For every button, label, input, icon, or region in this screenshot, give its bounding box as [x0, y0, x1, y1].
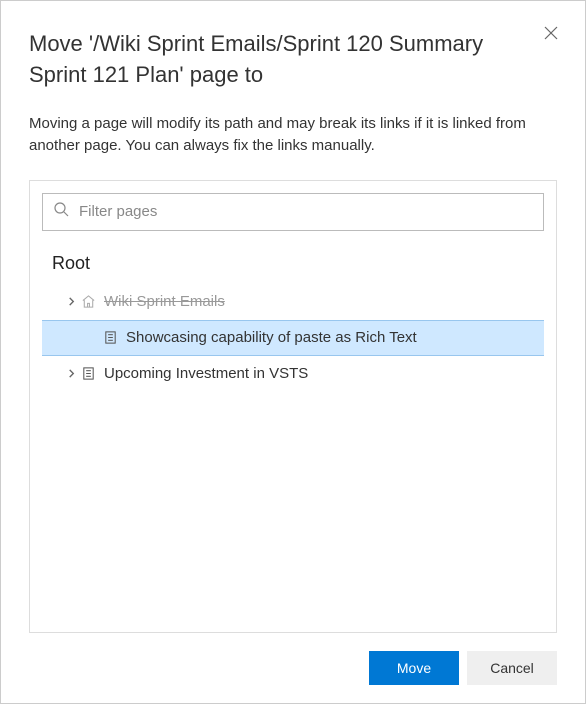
tree-item-label: Upcoming Investment in VSTS	[104, 365, 308, 382]
search-icon	[53, 201, 69, 222]
home-icon	[80, 294, 96, 310]
dialog-title: Move '/Wiki Sprint Emails/Sprint 120 Sum…	[29, 29, 557, 91]
filter-field[interactable]	[42, 193, 544, 231]
chevron-right-icon[interactable]	[62, 297, 80, 306]
page-icon	[102, 330, 118, 346]
move-page-dialog: Move '/Wiki Sprint Emails/Sprint 120 Sum…	[0, 0, 586, 704]
tree-item-label: Wiki Sprint Emails	[104, 293, 225, 310]
move-button[interactable]: Move	[369, 651, 459, 685]
cancel-button[interactable]: Cancel	[467, 651, 557, 685]
tree-item[interactable]: Wiki Sprint Emails	[42, 284, 544, 320]
dialog-description: Moving a page will modify its path and m…	[29, 113, 557, 158]
root-node[interactable]: Root	[42, 249, 544, 284]
tree-item[interactable]: Showcasing capability of paste as Rich T…	[42, 320, 544, 356]
chevron-right-icon[interactable]	[62, 369, 80, 378]
close-icon	[544, 26, 558, 45]
dialog-footer: Move Cancel	[29, 633, 557, 685]
tree-item[interactable]: Upcoming Investment in VSTS	[42, 356, 544, 392]
page-tree: Root Wiki Sprint Emails	[42, 249, 544, 620]
close-button[interactable]	[539, 23, 563, 47]
tree-item-label: Showcasing capability of paste as Rich T…	[126, 329, 417, 346]
page-tree-panel: Root Wiki Sprint Emails	[29, 180, 557, 633]
page-icon	[80, 366, 96, 382]
filter-input[interactable]	[77, 202, 533, 221]
